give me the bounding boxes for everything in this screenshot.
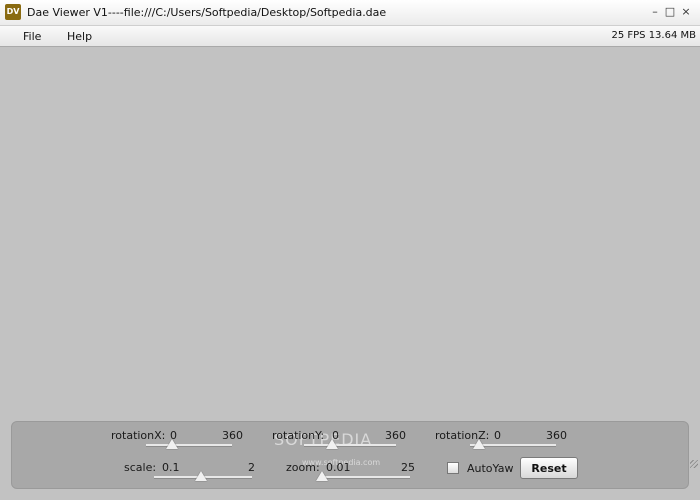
autoyaw-label: AutoYaw [467, 462, 514, 475]
rotationy-slider-thumb[interactable] [325, 439, 338, 449]
rotationz-slider-thumb[interactable] [472, 439, 485, 449]
rotationx-slider-thumb[interactable] [165, 439, 178, 449]
minimize-button[interactable]: – [649, 5, 661, 19]
reset-button[interactable]: Reset [520, 457, 578, 479]
title-bar: DV Dae Viewer V1----file:///C:/Users/Sof… [0, 0, 700, 26]
menu-file[interactable]: File [23, 30, 41, 43]
maximize-button[interactable]: □ [664, 5, 676, 19]
scale-slider-thumb[interactable] [195, 471, 208, 481]
zoom-slider-thumb[interactable] [316, 471, 328, 481]
rotationz-max: 360 [546, 429, 567, 442]
zoom-label: zoom: [286, 461, 320, 474]
rotationx-slider-track[interactable] [146, 444, 232, 447]
fps-memory-status: 25 FPS 13.64 MB [611, 30, 696, 41]
autoyaw-checkbox[interactable] [447, 462, 459, 474]
scale-label: scale: [124, 461, 157, 474]
resize-grip-icon[interactable] [690, 460, 698, 468]
rotationx-label: rotationX: [111, 429, 166, 442]
rotationx-max: 360 [222, 429, 243, 442]
menu-bar: File Help 25 FPS 13.64 MB [0, 26, 700, 47]
zoom-value: 0.01 [326, 461, 351, 474]
close-button[interactable]: × [680, 5, 692, 19]
menu-help[interactable]: Help [67, 30, 92, 43]
rotationy-slider-track[interactable] [304, 444, 396, 447]
scale-max: 2 [248, 461, 255, 474]
rotationy-max: 360 [385, 429, 406, 442]
window-title: Dae Viewer V1----file:///C:/Users/Softpe… [27, 6, 387, 19]
app-icon: DV [5, 4, 21, 20]
control-panel: SOFTPEDIA www.softpedia.com rotationX: 0… [11, 421, 689, 489]
zoom-slider-track[interactable] [322, 476, 410, 479]
zoom-max: 25 [401, 461, 415, 474]
rotationy-label: rotationY: [272, 429, 325, 442]
rotationz-value: 0 [494, 429, 501, 442]
scale-value: 0.1 [162, 461, 180, 474]
